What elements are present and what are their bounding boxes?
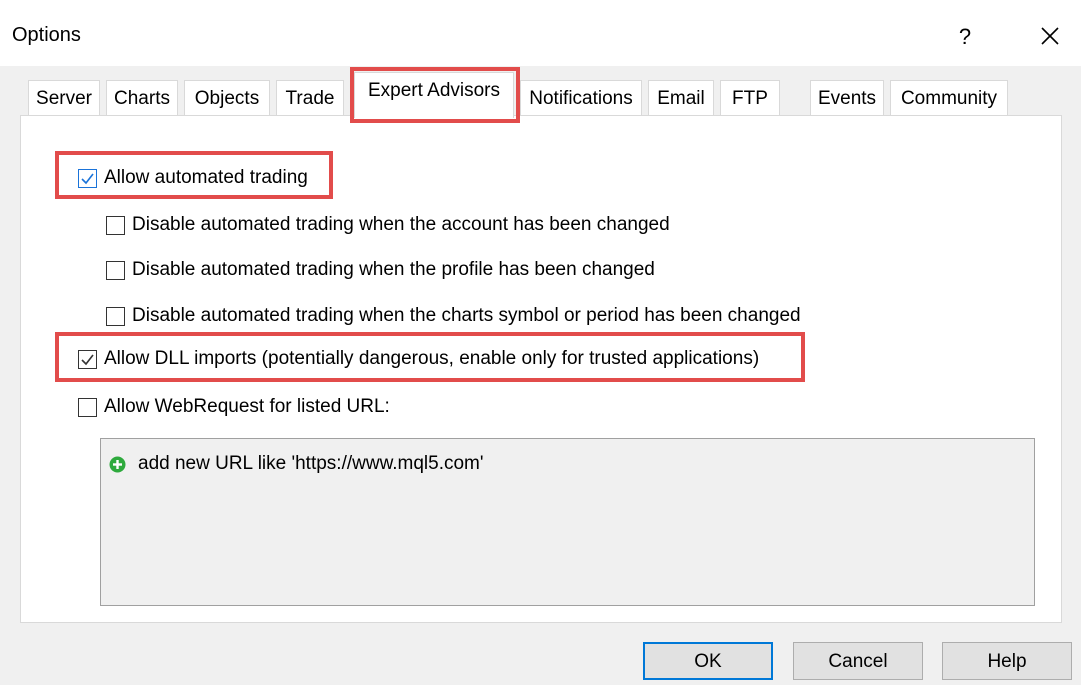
tab-ftp[interactable]: FTP [720, 80, 780, 116]
disable-on-account-change-row[interactable]: Disable automated trading when the accou… [106, 214, 670, 236]
cancel-button[interactable]: Cancel [793, 642, 923, 680]
title-bar: Options ? [0, 0, 1081, 66]
tab-expert-advisors[interactable]: Expert Advisors [354, 72, 514, 118]
ok-button[interactable]: OK [643, 642, 773, 680]
url-list-box[interactable]: add new URL like 'https://www.mql5.com' [100, 438, 1035, 606]
window-title: Options [12, 24, 81, 46]
checkmark-icon [81, 354, 94, 365]
disable-on-symbol-change-label: Disable automated trading when the chart… [132, 305, 801, 326]
checkmark-icon [81, 173, 94, 184]
add-url-item[interactable]: add new URL like 'https://www.mql5.com' [109, 453, 484, 475]
disable-on-profile-change-checkbox[interactable] [106, 260, 125, 280]
tab-events[interactable]: Events [810, 80, 884, 116]
tab-charts[interactable]: Charts [106, 80, 178, 116]
disable-on-symbol-change-checkbox[interactable] [106, 306, 125, 326]
tab-server[interactable]: Server [28, 80, 100, 116]
close-icon[interactable] [1030, 20, 1070, 54]
tab-objects[interactable]: Objects [184, 80, 270, 116]
disable-on-profile-change-row[interactable]: Disable automated trading when the profi… [106, 259, 655, 281]
allow-webrequest-row[interactable]: Allow WebRequest for listed URL: [78, 396, 390, 418]
help-button[interactable]: Help [942, 642, 1072, 680]
allow-dll-imports-row[interactable]: Allow DLL imports (potentially dangerous… [78, 348, 759, 370]
allow-webrequest-checkbox[interactable] [78, 397, 97, 417]
help-icon[interactable]: ? [950, 22, 980, 52]
disable-on-account-change-label: Disable automated trading when the accou… [132, 214, 670, 235]
tab-notifications[interactable]: Notifications [520, 80, 642, 116]
disable-on-account-change-checkbox[interactable] [106, 215, 125, 235]
allow-automated-trading-checkbox[interactable] [78, 168, 97, 188]
add-url-label: add new URL like 'https://www.mql5.com' [138, 453, 484, 474]
allow-automated-trading-row[interactable]: Allow automated trading [78, 167, 308, 189]
allow-automated-trading-label: Allow automated trading [104, 167, 308, 188]
tab-email[interactable]: Email [648, 80, 714, 116]
add-circle-icon [109, 456, 126, 472]
tab-community[interactable]: Community [890, 80, 1008, 116]
disable-on-profile-change-label: Disable automated trading when the profi… [132, 259, 655, 280]
disable-on-symbol-change-row[interactable]: Disable automated trading when the chart… [106, 305, 801, 327]
tab-trade[interactable]: Trade [276, 80, 344, 116]
allow-webrequest-label: Allow WebRequest for listed URL: [104, 396, 390, 417]
allow-dll-imports-label: Allow DLL imports (potentially dangerous… [104, 348, 760, 369]
options-dialog: Options ? Server Charts Objects Trade Ex… [0, 0, 1081, 685]
allow-dll-imports-checkbox[interactable] [78, 349, 97, 369]
